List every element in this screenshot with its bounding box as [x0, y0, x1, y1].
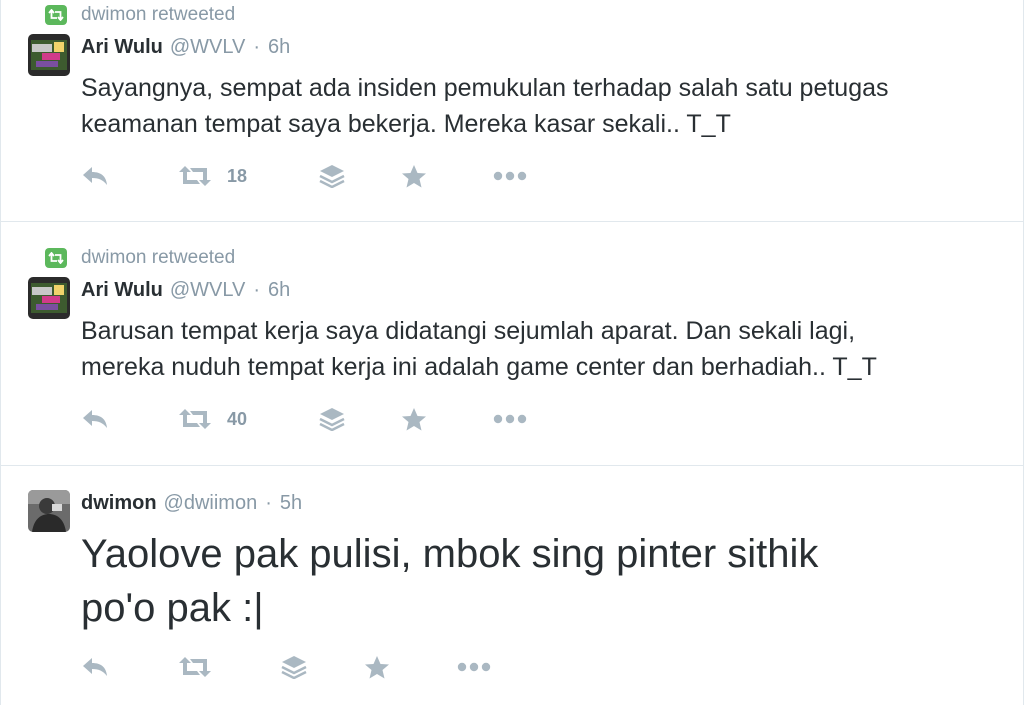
star-icon[interactable] [401, 406, 427, 432]
tweet-header: dwimon @dwiimon · 5h [81, 492, 302, 515]
reply-icon[interactable] [81, 654, 109, 680]
separator-dot: · [253, 279, 261, 301]
tweet-header: Ari Wulu @WVLV · 6h [81, 36, 290, 59]
star-icon[interactable] [364, 654, 390, 680]
tweet-text: Barusan tempat kerja saya didatangi seju… [81, 313, 1011, 385]
reply-icon[interactable] [81, 406, 109, 432]
avatar[interactable] [28, 490, 70, 532]
separator-dot: · [253, 36, 261, 58]
timeline: dwimon retweeted Ari Wulu @WVLV · 6h Say… [0, 0, 1024, 705]
tweet-text-line: Sayangnya, sempat ada insiden pemukulan … [81, 74, 889, 102]
tweet-header: Ari Wulu @WVLV · 6h [81, 279, 290, 302]
tweet-text-line: keamanan tempat saya bekerja. Mereka kas… [81, 110, 731, 138]
tweet-timestamp[interactable]: 6h [268, 36, 290, 59]
retweet-icon [177, 165, 213, 187]
retweet-icon[interactable] [177, 654, 213, 680]
author-handle[interactable]: @WVLV [170, 36, 246, 59]
retweet-context-label: dwimon retweeted [81, 247, 236, 268]
tweet[interactable]: dwimon @dwiimon · 5h Yaolove pak pulisi,… [1, 466, 1023, 705]
author-name[interactable]: Ari Wulu [81, 279, 163, 302]
tweet-timestamp[interactable]: 6h [268, 279, 290, 302]
retweet-badge-icon [45, 248, 67, 268]
tweet-text-line: Barusan tempat kerja saya didatangi seju… [81, 317, 856, 345]
tweet-text-line: mereka nuduh tempat kerja ini adalah gam… [81, 353, 877, 381]
author-name[interactable]: dwimon [81, 492, 157, 515]
author-handle[interactable]: @dwiimon [164, 492, 258, 515]
retweet-badge-icon [45, 5, 67, 25]
stack-icon[interactable] [319, 163, 345, 189]
avatar[interactable] [28, 277, 70, 319]
stack-icon[interactable] [319, 406, 345, 432]
more-icon[interactable] [493, 406, 527, 432]
retweet-context[interactable]: dwimon retweeted [45, 247, 235, 269]
tweet-text-line: Yaolove pak pulisi, mbok sing pinter sit… [81, 532, 819, 576]
tweet-timestamp[interactable]: 5h [280, 492, 302, 515]
stack-icon[interactable] [281, 654, 307, 680]
more-icon[interactable] [457, 654, 491, 680]
retweet-count: 18 [227, 165, 248, 186]
retweet-count: 40 [227, 408, 248, 429]
tweet-text-line: po'o pak :| [81, 586, 264, 630]
separator-dot: · [265, 492, 272, 514]
retweet-button[interactable]: 40 [177, 406, 247, 432]
tweet[interactable]: dwimon retweeted Ari Wulu @WVLV · 6h Say… [1, 0, 1023, 222]
retweet-icon [177, 408, 213, 430]
avatar[interactable] [28, 34, 70, 76]
retweet-context-label: dwimon retweeted [81, 4, 236, 25]
retweet-button[interactable]: 18 [177, 163, 247, 189]
reply-icon[interactable] [81, 163, 109, 189]
star-icon[interactable] [401, 163, 427, 189]
tweet-text: Sayangnya, sempat ada insiden pemukulan … [81, 70, 1011, 142]
tweet-text: Yaolove pak pulisi, mbok sing pinter sit… [81, 527, 1011, 635]
tweet[interactable]: dwimon retweeted Ari Wulu @WVLV · 6h Bar… [1, 222, 1023, 466]
more-icon[interactable] [493, 163, 527, 189]
retweet-context[interactable]: dwimon retweeted [45, 4, 235, 26]
author-handle[interactable]: @WVLV [170, 279, 246, 302]
author-name[interactable]: Ari Wulu [81, 36, 163, 59]
